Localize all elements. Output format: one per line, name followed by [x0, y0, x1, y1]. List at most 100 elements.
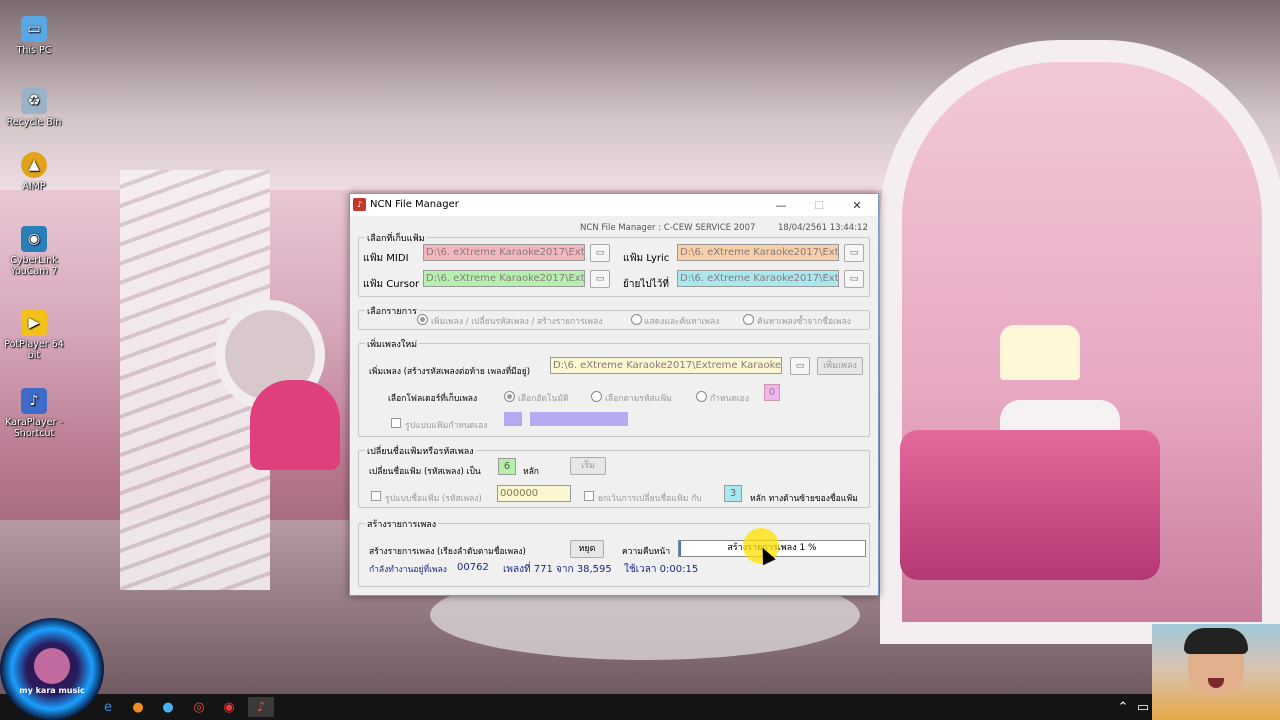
ncn-file-manager-window: ♪ NCN File Manager — ☐ ✕ NCN File Manage…: [349, 193, 879, 596]
close-button[interactable]: ✕: [838, 194, 876, 216]
midi-browse-button[interactable]: ▭: [590, 244, 610, 262]
wallpaper-pillow: [1000, 400, 1120, 490]
rename-digits-field[interactable]: 6: [498, 458, 516, 475]
option-show-search-radio[interactable]: [631, 314, 642, 325]
app-icon: ♪: [353, 198, 366, 211]
custom-format-checkbox[interactable]: [391, 418, 401, 428]
maximize-icon: ☐: [814, 198, 824, 212]
midi-path-field[interactable]: D:\6. eXtreme Karaoke2017\Ext: [423, 244, 585, 261]
desktop-icon-aimp[interactable]: ▲ AIMP: [4, 152, 64, 192]
lyric-browse-button[interactable]: ▭: [844, 244, 864, 262]
add-song-label: เพิ่มเพลง (สร้างรหัสเพลงต่อท้าย เพลงที่ม…: [369, 367, 531, 377]
wallpaper-ceiling: [0, 0, 1280, 190]
option-add-change-create-radio[interactable]: [417, 314, 428, 325]
song-count-status: เพลงที่ 771 จาก 38,595: [503, 564, 612, 575]
option-find-duplicates-label: ค้นหาเพลงซ้ำจากชื่อเพลง: [757, 317, 851, 327]
ncn-app-icon: ♪: [256, 699, 266, 715]
ncn-taskbar-button[interactable]: ♪: [248, 697, 274, 717]
badge-text: my kara music: [19, 686, 85, 695]
add-song-button[interactable]: เพิ่มเพลง: [817, 357, 863, 375]
elapsed-time-status: ใช้เวลา 0:00:15: [624, 564, 699, 575]
chrome-icon: ◎: [193, 699, 205, 715]
manual-value-field[interactable]: 0: [764, 384, 780, 401]
edge-icon: e: [104, 699, 112, 715]
midi-label: แฟ้ม MIDI: [363, 253, 409, 264]
create-list-label: สร้างรายการเพลง (เรียงลำดับตามชื่อเพลง): [369, 547, 526, 557]
lyric-path-field[interactable]: D:\6. eXtreme Karaoke2017\Ext: [677, 244, 839, 261]
media-taskbar-button[interactable]: ◉: [219, 697, 239, 717]
taskbar: e ● ● ◎ ◉ ♪ ⌃ ▭: [0, 694, 1280, 720]
cursor-label: แฟ้ม Cursor: [363, 279, 420, 290]
webcam-overlay: [1152, 624, 1280, 720]
title-bar[interactable]: ♪ NCN File Manager — ☐ ✕: [350, 194, 878, 216]
wallpaper-lamp: [1000, 325, 1080, 380]
rename-format-checkbox[interactable]: [371, 491, 381, 501]
maximize-button[interactable]: ☐: [800, 194, 838, 216]
except-label: ยกเว้นการเปลี่ยนชื่อแฟ้ม กับ: [598, 494, 702, 504]
desktop-icon-label: CyberLink YouCam 7: [10, 255, 58, 277]
folder-group-title: เลือกที่เก็บแฟ้ม: [365, 231, 427, 245]
folder-icon: ▭: [595, 248, 605, 258]
rename-label: เปลี่ยนชื่อแฟ้ม (รหัสเพลง) เป็น: [369, 467, 481, 477]
wallpaper-arch: [880, 40, 1280, 644]
potplayer-icon: ▶: [21, 310, 47, 336]
close-icon: ✕: [852, 198, 862, 212]
desktop-icon-potplayer[interactable]: ▶ PotPlayer 64 bit: [4, 310, 64, 361]
by-code-radio[interactable]: [591, 391, 602, 402]
wallpaper-mirror: [215, 300, 325, 410]
option-add-change-create-label: เพิ่มเพลง / เปลี่ยนรหัสเพลง / สร้างรายกา…: [431, 317, 603, 327]
custom-format-label: รูปแบบแฟ้มกำหนดเอง: [405, 421, 488, 431]
record-icon: ◉: [223, 699, 235, 715]
browser-taskbar-button[interactable]: ●: [158, 697, 178, 717]
progress-label: ความคืบหน้า: [622, 547, 671, 557]
move-to-label: ย้ายไปไว้ที่: [623, 279, 669, 290]
desktop-icon-youcam[interactable]: ◉ CyberLink YouCam 7: [4, 226, 64, 277]
except-digits-field[interactable]: 3: [724, 485, 742, 502]
folder-icon: ▭: [849, 274, 859, 284]
custom-format-swatch[interactable]: [504, 412, 522, 426]
manual-radio[interactable]: [696, 391, 707, 402]
desktop-icon-label: PotPlayer 64 bit: [4, 339, 64, 361]
edge-taskbar-button[interactable]: e: [98, 697, 118, 717]
folder-icon: ▭: [795, 361, 805, 371]
custom-format-field[interactable]: [530, 412, 628, 426]
minimize-button[interactable]: —: [762, 194, 800, 216]
desktop-icon-label: Recycle Bin: [6, 117, 62, 128]
desktop-icon-recycle-bin[interactable]: ♻ Recycle Bin: [4, 88, 64, 128]
create-list-group-title: สร้างรายการเพลง: [365, 517, 439, 531]
cursor-browse-button[interactable]: ▭: [590, 270, 610, 288]
add-song-browse-button[interactable]: ▭: [790, 357, 810, 375]
move-to-browse-button[interactable]: ▭: [844, 270, 864, 288]
auto-select-radio[interactable]: [504, 391, 515, 402]
desktop-icon-label: AIMP: [22, 181, 46, 192]
chrome-taskbar-button[interactable]: ◎: [189, 697, 209, 717]
move-to-path-field[interactable]: D:\6. eXtreme Karaoke2017\Ext: [677, 270, 839, 287]
desktop-icon-label: KaraPlayer - Shortcut: [5, 417, 63, 439]
firefox-taskbar-button[interactable]: ●: [128, 697, 148, 717]
cursor-path-field[interactable]: D:\6. eXtreme Karaoke2017\Ext: [423, 270, 585, 287]
working-label: กำลังทำงานอยู่ที่เพลง: [369, 565, 447, 575]
aimp-icon: ▲: [21, 152, 47, 178]
firefox-icon: ●: [132, 699, 144, 715]
channel-badge: my kara music: [0, 618, 104, 720]
network-tray-button[interactable]: ▭: [1133, 697, 1153, 717]
by-code-label: เลือกตามรหัสแฟ้ม: [605, 394, 672, 404]
wallpaper-sofa: [900, 430, 1160, 580]
window-title: NCN File Manager: [370, 199, 459, 210]
manual-label: กำหนดเอง: [710, 394, 750, 404]
add-song-group-title: เพิ่มเพลงใหม่: [365, 337, 420, 351]
except-checkbox[interactable]: [584, 491, 594, 501]
desktop-icon-this-pc[interactable]: ▭ This PC: [4, 16, 64, 56]
karaplayer-icon: ♪: [21, 388, 47, 414]
stop-button[interactable]: หยุด: [570, 540, 604, 558]
add-song-path-field[interactable]: D:\6. eXtreme Karaoke2017\Extreme Karaok…: [550, 357, 782, 374]
wallpaper-stairs: [120, 170, 270, 590]
start-rename-button[interactable]: เริ่ม: [570, 457, 606, 475]
lyric-label: แฟ้ม Lyric: [623, 253, 670, 264]
option-find-duplicates-radio[interactable]: [743, 314, 754, 325]
desktop-icon-karaplayer[interactable]: ♪ KaraPlayer - Shortcut: [4, 388, 64, 439]
rename-format-field[interactable]: 000000: [497, 485, 571, 502]
working-value: 00762: [457, 562, 489, 573]
tray-overflow-button[interactable]: ⌃: [1113, 697, 1133, 717]
folder-icon: ▭: [595, 274, 605, 284]
